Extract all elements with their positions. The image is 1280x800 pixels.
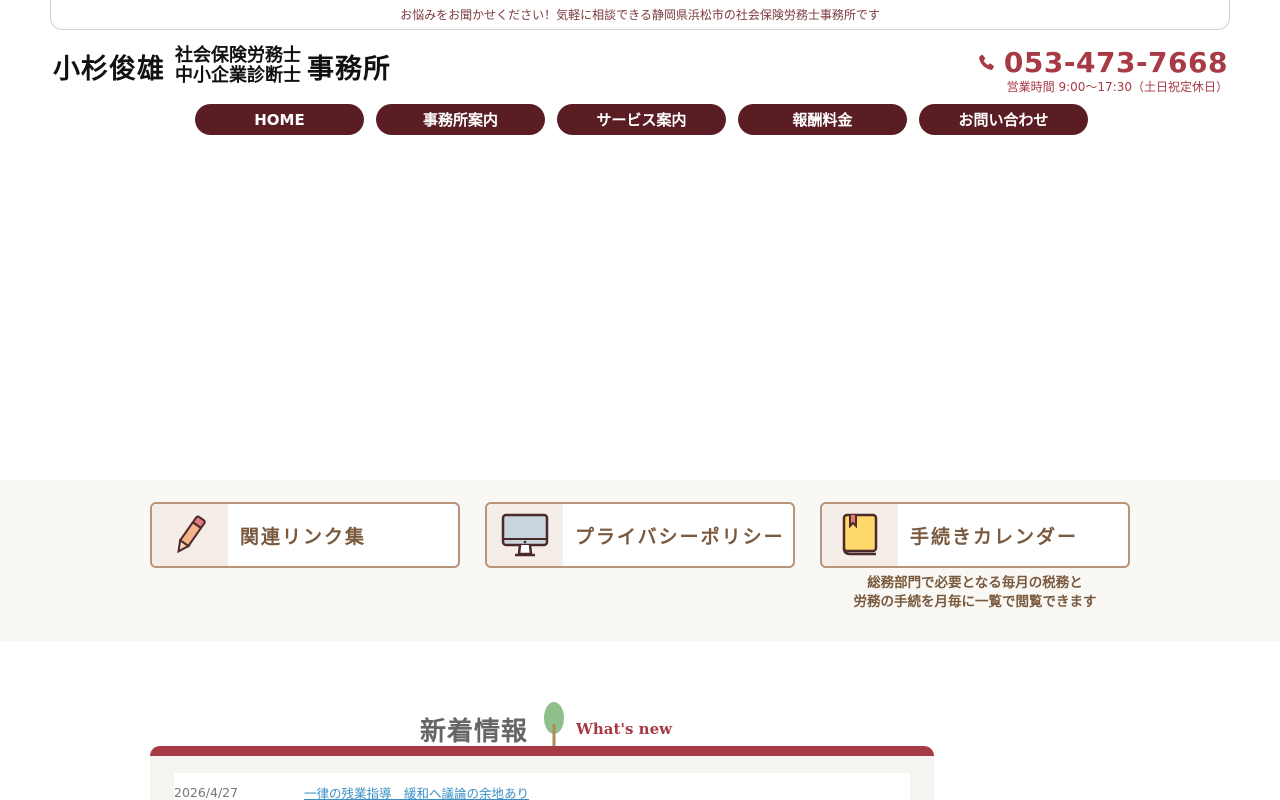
logo-office: 事務所 (307, 53, 391, 85)
quick-links-section: 関連リンク集 プライバシーポリシー 手続きカレンダー 総務部門で必要となる毎月の… (0, 480, 1280, 641)
phone-row[interactable]: 053-473-7668 (976, 46, 1228, 80)
logo-title-1: 社会保険労務士 (175, 45, 301, 66)
news-title-link[interactable]: 一律の残業指導 緩和へ議論の余地あり (304, 783, 529, 800)
news-heading: 新着情報 What's new (420, 702, 672, 748)
calendar-note-line-2: 労務の手続を月毎に一覧で閲覧できます (853, 594, 1097, 610)
logo-title-2: 中小企業診断士 (175, 65, 301, 86)
news-box: 2026/4/27 一律の残業指導 緩和へ議論の余地あり (150, 746, 934, 800)
monitor-icon (501, 513, 549, 557)
news-list: 2026/4/27 一律の残業指導 緩和へ議論の余地あり (174, 773, 910, 800)
hero-area (0, 150, 1280, 480)
business-hours: 営業時間 9:00〜17:30（土日祝定休日） (1006, 80, 1228, 94)
calendar-description: 総務部門で必要となる毎月の税務と 労務の手続を月毎に一覧で閲覧できます (820, 574, 1130, 612)
main-nav: HOME 事務所案内 サービス案内 報酬料金 お問い合わせ (195, 104, 1088, 135)
phone-icon (979, 54, 994, 70)
pen-icon (177, 515, 206, 554)
nav-services[interactable]: サービス案内 (557, 104, 726, 135)
site-logo[interactable]: 小杉俊雄 社会保険労務士 中小企業診断士 事務所 (53, 44, 391, 88)
privacy-policy-label: プライバシーポリシー (575, 525, 785, 548)
news-heading-en: What's new (576, 720, 673, 738)
privacy-policy-card[interactable]: プライバシーポリシー (485, 502, 795, 568)
news-date: 2026/4/27 (174, 784, 239, 800)
list-item: 2026/4/27 一律の残業指導 緩和へ議論の余地あり (174, 781, 910, 800)
news-heading-jp: 新着情報 (420, 717, 529, 747)
card-icon-box (487, 504, 563, 566)
top-announcement-bar: お悩みをお聞かせください！気軽に相談できる静岡県浜松市の社会保険労務士事務所です (50, 0, 1230, 30)
nav-contact[interactable]: お問い合わせ (919, 104, 1088, 135)
nav-home[interactable]: HOME (195, 104, 364, 135)
card-icon-box (152, 504, 228, 566)
contact-info: 053-473-7668 営業時間 9:00〜17:30（土日祝定休日） (976, 46, 1228, 95)
card-icon-box (822, 504, 898, 566)
tree-icon (544, 702, 565, 748)
logo-name: 小杉俊雄 (53, 53, 165, 85)
announcement-text: お悩みをお聞かせください！気軽に相談できる静岡県浜松市の社会保険労務士事務所です (400, 8, 880, 22)
calendar-note-line-1: 総務部門で必要となる毎月の税務と (867, 575, 1083, 591)
phone-number[interactable]: 053-473-7668 (1004, 46, 1228, 80)
book-icon (842, 513, 878, 556)
nav-fees[interactable]: 報酬料金 (738, 104, 907, 135)
related-links-label: 関連リンク集 (240, 525, 367, 548)
procedure-calendar-label: 手続きカレンダー (910, 525, 1079, 548)
logo-titles: 社会保険労務士 中小企業診断士 (175, 46, 301, 86)
related-links-card[interactable]: 関連リンク集 (150, 502, 460, 568)
procedure-calendar-card[interactable]: 手続きカレンダー (820, 502, 1130, 568)
nav-office-info[interactable]: 事務所案内 (376, 104, 545, 135)
